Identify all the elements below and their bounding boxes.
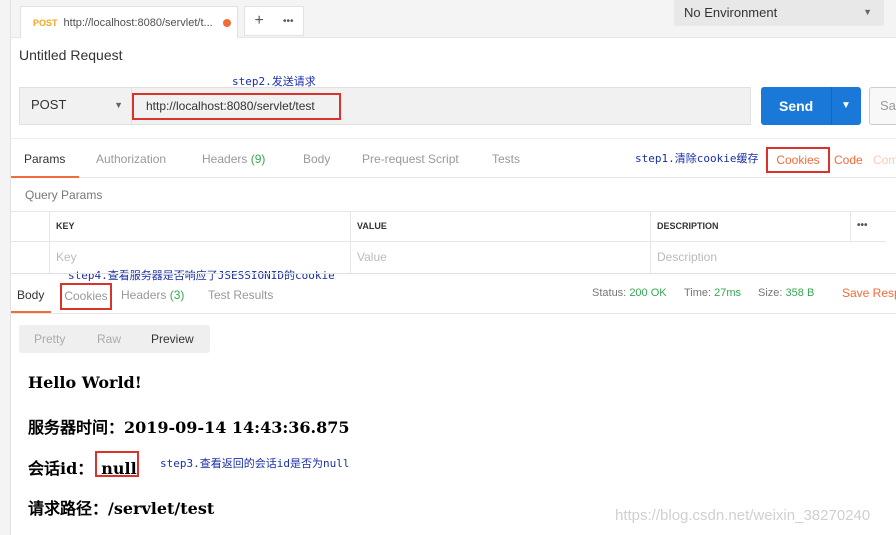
send-button[interactable]: Send ▼ [761,87,861,125]
row-checkbox-cell [11,242,49,273]
environment-select[interactable]: No Environment ▼ [674,0,884,26]
annotation-step1: step1.清除cookie缓存 [635,152,759,165]
view-pretty[interactable]: Pretty [34,332,65,346]
method-label: POST [31,97,67,112]
send-options-chevron-icon[interactable]: ▼ [841,87,851,125]
response-tab-cookies[interactable]: Cookies [60,283,112,310]
more-tabs-icon[interactable]: ••• [283,16,294,27]
size-label: Size: [758,287,783,299]
cookies-link[interactable]: Cookies [766,147,830,173]
highlight-box-null [95,451,139,477]
environment-label: No Environment [684,5,778,20]
active-tab-underline [11,176,79,178]
response-tab-test-results[interactable]: Test Results [208,288,273,302]
response-line-path: 请求路径：/servlet/test [28,499,215,518]
annotation-step3: step3.查看返回的会话id是否为null [160,457,350,470]
tab-tests[interactable]: Tests [492,152,520,166]
url-input[interactable]: http://localhost:8080/servlet/test [132,93,341,120]
send-divider [831,87,832,125]
description-input[interactable]: Description [650,242,886,273]
response-tab-headers[interactable]: Headers (3) [121,288,184,302]
comments-link[interactable]: Com [873,153,896,167]
time-readout: Time: 27ms [684,287,741,299]
tab-method-label: POST [33,17,58,28]
chevron-down-icon: ▼ [114,100,123,110]
status-readout: Status: 200 OK [592,287,667,299]
table-check-column [11,211,49,242]
request-title: Untitled Request [19,47,123,63]
size-value: 358 B [785,287,815,299]
code-link[interactable]: Code [834,153,863,167]
save-response-button[interactable]: Save Resp [842,286,896,300]
method-select[interactable]: POST ▼ [19,87,132,125]
time-label: Time: [684,287,712,299]
column-header-value: VALUE [350,211,650,242]
column-header-key: KEY [49,211,350,242]
column-header-description: DESCRIPTION [650,211,850,242]
view-raw[interactable]: Raw [97,332,121,346]
headers-count: (9) [250,152,266,166]
unsaved-dot-icon [222,18,231,27]
tab-actions: + ••• [244,6,304,36]
watermark: https://blog.csdn.net/weixin_38270240 [615,507,871,524]
response-headers-count: (3) [169,288,185,302]
status-value: 200 OK [629,287,667,299]
send-label: Send [779,98,814,114]
size-readout: Size: 358 B [758,287,814,299]
status-label: Status: [592,287,627,299]
view-preview[interactable]: Preview [151,332,194,346]
tab-url-label: http://localhost:8080/servlet/t... [63,16,213,29]
time-value: 27ms [714,287,742,299]
more-columns-icon[interactable]: ••• [850,211,886,242]
add-tab-icon[interactable]: + [255,12,264,30]
tab-body[interactable]: Body [303,152,330,166]
value-input[interactable]: Value [350,242,650,273]
response-tab-body[interactable]: Body [17,288,44,302]
response-line-hello: Hello World! [28,373,142,392]
left-sidebar-strip [0,0,11,535]
tab-authorization[interactable]: Authorization [96,152,166,166]
save-button[interactable]: Sa [869,87,896,125]
chevron-down-icon: ▼ [863,7,872,17]
request-tab[interactable]: POST http://localhost:8080/servlet/t... [20,6,238,38]
response-headers-label: Headers [121,288,167,302]
session-label: 会话id： [28,459,94,478]
tab-headers[interactable]: Headers (9) [202,152,265,166]
tab-prerequest-script[interactable]: Pre-request Script [362,152,459,166]
active-response-tab-underline [11,311,51,313]
tab-headers-label: Headers [202,152,248,166]
query-params-title: Query Params [25,188,103,202]
tab-params[interactable]: Params [24,152,65,166]
response-line-server-time: 服务器时间：2019-09-14 14:43:36.875 [28,418,350,437]
